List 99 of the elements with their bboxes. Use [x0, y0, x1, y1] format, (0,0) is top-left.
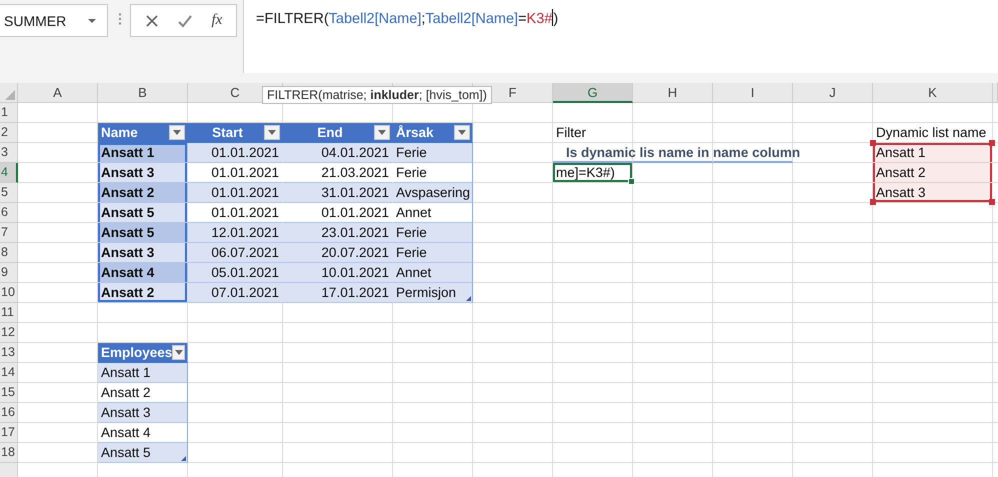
- filter-button[interactable]: [264, 125, 280, 140]
- row-header[interactable]: 9: [0, 263, 18, 283]
- name-box-text: SUMMER: [4, 12, 66, 28]
- table-cell: Permisjon: [393, 283, 473, 303]
- table-cell: Ansatt 2: [98, 283, 188, 303]
- row-header[interactable]: 5: [0, 183, 18, 203]
- table-cell: Ansatt 4: [98, 263, 188, 283]
- table-cell: Ansatt 3: [98, 243, 188, 263]
- column-title: Årsak: [396, 124, 435, 142]
- range-handle[interactable]: [989, 140, 995, 146]
- table-cell: 31.01.2021: [283, 183, 393, 203]
- row-header[interactable]: 4: [0, 163, 18, 183]
- table-cell: 23.01.2021: [283, 223, 393, 243]
- active-cell[interactable]: me]=K3#): [553, 163, 633, 183]
- resize-handle[interactable]: [466, 296, 471, 301]
- table-cell: 01.01.2021: [283, 203, 393, 223]
- row-header[interactable]: 6: [0, 203, 18, 223]
- row-header[interactable]: 11: [0, 303, 18, 323]
- table-cell: Ferie: [393, 243, 473, 263]
- filter-button[interactable]: [172, 345, 185, 360]
- column-title: End: [316, 124, 344, 142]
- table-cell: Ansatt 4: [98, 423, 188, 443]
- filter-button[interactable]: [374, 125, 390, 140]
- table-cell: 10.01.2021: [283, 263, 393, 283]
- table-cell: Ansatt 1: [98, 143, 188, 163]
- filter-button[interactable]: [169, 125, 185, 140]
- table-cell: 04.01.2021: [283, 143, 393, 163]
- caret-icon: [378, 130, 386, 135]
- row-header[interactable]: 12: [0, 323, 18, 343]
- caret-icon: [268, 130, 276, 135]
- table-cell: Ferie: [393, 143, 473, 163]
- table-cell: 06.07.2021: [188, 243, 283, 263]
- table-cell: Annet: [393, 263, 473, 283]
- row-header[interactable]: 17: [0, 423, 18, 443]
- table-cell: Ferie: [393, 223, 473, 243]
- function-tooltip: FILTRER(matrise; inkluder; [hvis_tom]): [262, 86, 492, 104]
- cell-text: Filter: [556, 125, 586, 140]
- row-header[interactable]: 3: [0, 143, 18, 163]
- table-cell: 17.01.2021: [283, 283, 393, 303]
- table-cell: Ferie: [393, 163, 473, 183]
- range-handle[interactable]: [870, 140, 876, 146]
- resize-handle[interactable]: [181, 456, 186, 461]
- check-icon[interactable]: [178, 14, 192, 28]
- row-header[interactable]: 14: [0, 363, 18, 383]
- table-cell: 01.01.2021: [188, 163, 283, 183]
- table-cell: 01.01.2021: [188, 183, 283, 203]
- name-box[interactable]: SUMMER: [0, 4, 108, 37]
- table-cell: Ansatt 2: [873, 163, 993, 183]
- row-header[interactable]: 13: [0, 343, 18, 363]
- close-icon[interactable]: [144, 14, 159, 28]
- column-header[interactable]: I: [713, 83, 793, 103]
- table-cell: Ansatt 1: [873, 143, 993, 163]
- function-button[interactable]: fx: [211, 12, 222, 29]
- table-cell: Avspasering: [393, 183, 473, 203]
- column-title: Name: [101, 124, 139, 142]
- grip-icon: [118, 13, 122, 25]
- range-handle[interactable]: [870, 199, 876, 205]
- cell-text: Is dynamic lis name in name column: [565, 145, 800, 160]
- table-cell: Ansatt 5: [98, 203, 188, 223]
- row-header[interactable]: 2: [0, 123, 18, 143]
- fill-handle[interactable]: [628, 178, 635, 185]
- row-header[interactable]: 18: [0, 443, 18, 463]
- row-header[interactable]: 10: [0, 283, 18, 303]
- table-cell: Ansatt 5: [98, 443, 188, 463]
- column-header[interactable]: A: [18, 83, 98, 103]
- row-header[interactable]: 1: [0, 103, 18, 123]
- range-handle[interactable]: [989, 199, 995, 205]
- table-cell: Ansatt 2: [98, 383, 188, 403]
- column-header[interactable]: B: [98, 83, 188, 103]
- table-cell: Ansatt 3: [873, 183, 993, 203]
- table-cell: Ansatt 5: [98, 223, 188, 243]
- row-header[interactable]: 7: [0, 223, 18, 243]
- table-cell: 12.01.2021: [188, 223, 283, 243]
- filter-button[interactable]: [454, 125, 470, 140]
- column-title: Start: [211, 124, 244, 142]
- formula-field[interactable]: =FILTRER(Tabell2[Name];Tabell2[Name]=K3#): [243, 0, 998, 73]
- row-header[interactable]: 8: [0, 243, 18, 263]
- caret-icon: [173, 130, 181, 135]
- column-header[interactable]: J: [793, 83, 873, 103]
- caret-icon: [174, 350, 183, 355]
- row-header[interactable]: 15: [0, 383, 18, 403]
- column-header[interactable]: H: [633, 83, 713, 103]
- table-cell: Ansatt 3: [98, 403, 188, 423]
- table-cell: Ansatt 3: [98, 163, 188, 183]
- table-cell: 05.01.2021: [188, 263, 283, 283]
- caret-icon: [458, 130, 466, 135]
- table-cell: 01.01.2021: [188, 203, 283, 223]
- cell-text: Dynamic list name: [876, 125, 986, 140]
- table-cell: 07.01.2021: [188, 283, 283, 303]
- column-title: Employees: [101, 344, 172, 362]
- row-header[interactable]: 16: [0, 403, 18, 423]
- column-header[interactable]: G: [553, 83, 633, 103]
- column-header[interactable]: K: [873, 83, 993, 103]
- table-cell: 20.07.2021: [283, 243, 393, 263]
- table-cell: Annet: [393, 203, 473, 223]
- table-cell: Ansatt 2: [98, 183, 188, 203]
- table-cell: 21.03.2021: [283, 163, 393, 183]
- table-cell: 01.01.2021: [188, 143, 283, 163]
- table-cell: Ansatt 1: [98, 363, 188, 383]
